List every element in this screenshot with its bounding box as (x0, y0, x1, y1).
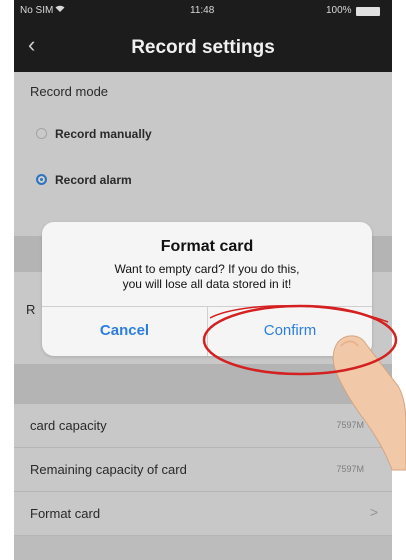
battery-icon (356, 7, 380, 16)
wifi-icon (54, 3, 66, 16)
battery-percent: 100% (326, 5, 352, 16)
page-title: Record settings (131, 37, 275, 58)
clock: 11:48 (190, 5, 215, 16)
dialog-message-line: Want to empty card? If you do this, (114, 262, 300, 276)
confirm-button[interactable]: Confirm (208, 306, 372, 356)
carrier-label: No SIM (20, 5, 54, 16)
format-card-dialog: Format card Want to empty card? If you d… (42, 222, 372, 356)
nav-bar: ‹ Record settings (14, 22, 392, 72)
cancel-button[interactable]: Cancel (42, 306, 207, 356)
phone-screen: No SIM 11:48 100% ‹ Record settings Reco… (14, 0, 392, 560)
dialog-message-line: you will lose all data stored in it! (122, 277, 292, 291)
dialog-title: Format card (160, 238, 254, 255)
status-bar: No SIM 11:48 100% (14, 0, 392, 22)
dialog-message: Want to empty card? If you do this, you … (60, 262, 354, 292)
